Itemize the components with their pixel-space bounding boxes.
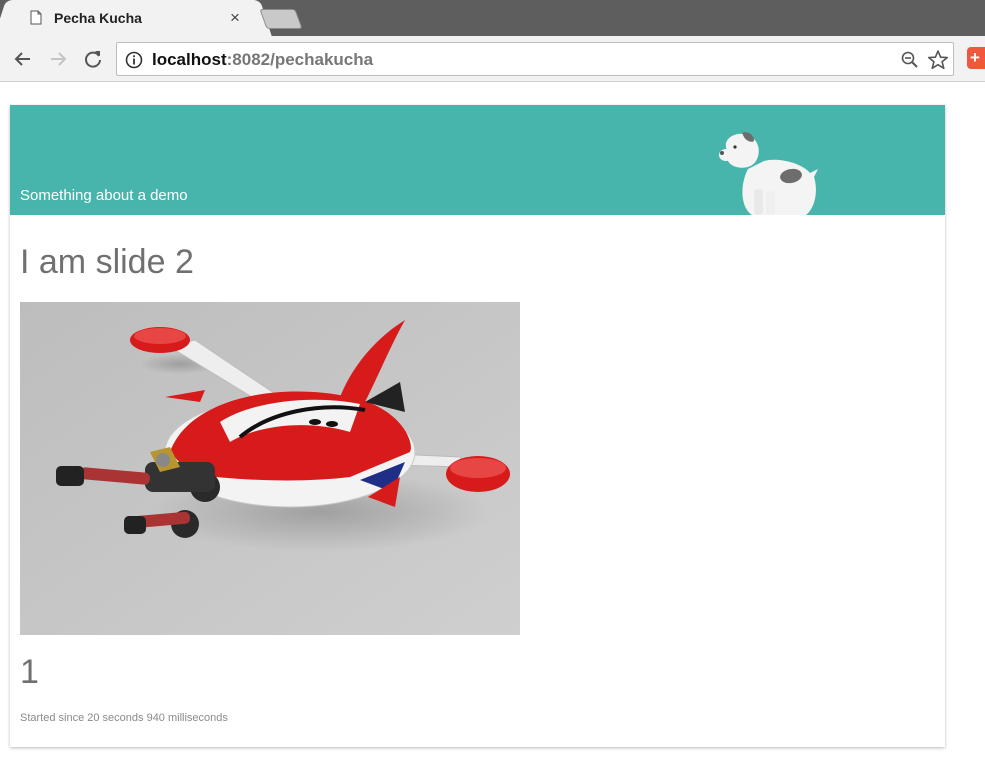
banner-title: Something about a demo [20, 187, 188, 204]
info-icon[interactable] [125, 51, 143, 69]
reload-icon[interactable] [82, 48, 104, 70]
dog-illustration [719, 132, 818, 215]
new-tab-button[interactable] [259, 9, 303, 29]
page-icon [30, 10, 42, 25]
back-icon[interactable] [12, 48, 34, 70]
extension-label: + [970, 48, 980, 67]
slide-photo [20, 302, 520, 635]
tab-title: Pecha Kucha [54, 10, 142, 26]
bookmark-star-icon[interactable] [927, 49, 949, 71]
browser-tab-bar: Pecha Kucha × [0, 0, 985, 37]
slide-card: Something about a demo I am slide 2 1 St… [10, 105, 945, 747]
browser-tab[interactable]: Pecha Kucha × [8, 0, 258, 37]
url-path: :8082/pechakucha [226, 50, 374, 69]
slide-counter: 1 [20, 653, 39, 691]
extension-icon[interactable]: + [967, 47, 985, 69]
forward-icon[interactable] [47, 48, 69, 70]
address-bar[interactable]: localhost:8082/pechakucha [116, 42, 954, 76]
url-host: localhost [152, 50, 227, 69]
zoom-out-icon[interactable] [901, 51, 919, 69]
slide-title: I am slide 2 [20, 243, 194, 281]
url-text: localhost:8082/pechakucha [152, 50, 373, 70]
header-banner: Something about a demo [10, 105, 945, 215]
elapsed-time-status: Started since 20 seconds 940 millisecond… [20, 712, 228, 724]
tab-close-icon[interactable]: × [230, 8, 240, 28]
browser-toolbar: localhost:8082/pechakucha + [0, 36, 985, 82]
